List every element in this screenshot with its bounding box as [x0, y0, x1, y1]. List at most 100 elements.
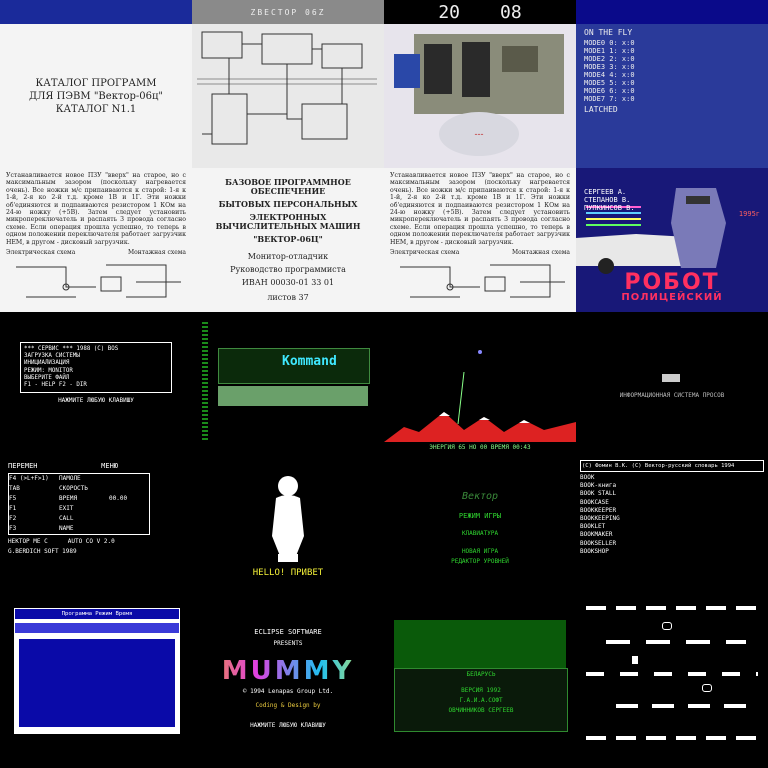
dict-line[interactable]: BOOKCASE [580, 499, 764, 507]
thumb-dictionary[interactable]: (С) Фомин В.К. (С) Вектор-русский словар… [576, 456, 768, 600]
listing-row: MODE0 0: x:0 [584, 39, 635, 47]
thumb-info-system[interactable]: ИНФОРМАЦИОННАЯ СИСТЕМА ПРОСОВ [576, 312, 768, 456]
menu-val: CALL [59, 515, 74, 522]
doc-line2: БЫТОВЫХ ПЕРСОНАЛЬНЫХ [218, 199, 358, 209]
thumb-manual-page-2[interactable]: Устанавливается новое ПЗУ "вверх" на ста… [384, 168, 576, 312]
menu-row[interactable]: F4 (>L+F>1) ПАМОЛЕ [9, 474, 149, 484]
svg-text:---: --- [475, 129, 484, 139]
menu-val: ПАМОЛЕ [59, 475, 81, 482]
thumb-green-menu[interactable]: Вектор РЕЖИМ ИГРЫ КЛАВИАТУРА НОВАЯ ИГРА … [384, 456, 576, 600]
menu-key: F4 (>L+F>1) [9, 475, 49, 482]
thumb-catalog[interactable]: КАТАЛОГ ПРОГРАММ ДЛЯ ПЭВМ "Вектор-06ц" К… [0, 24, 192, 168]
boot-line: РЕЖИМ: MONITOR [24, 367, 73, 374]
menu-footer-1: НЕКТОР МЕ С [8, 538, 48, 545]
thumb-top-2[interactable]: ZBECTOP 06Z [192, 0, 384, 24]
boot-line: *** СЕРВИС *** 1988 (С) BOS [24, 346, 119, 352]
menu-footer-2: AUTO CO V 2.0 [67, 538, 115, 545]
green-item-4[interactable]: РЕДАКТОР УРОВНЕЙ [451, 558, 509, 566]
listing-row: MODE2 2: x:0 [584, 55, 635, 63]
thumb-top-3[interactable]: 20 08 [384, 0, 576, 24]
thumb-top-right[interactable] [576, 0, 768, 24]
thumb-top-left[interactable] [0, 0, 192, 24]
thumb-platformer[interactable] [576, 600, 768, 768]
doc-line4: "ВЕКТОР-06Ц" [253, 234, 323, 244]
dict-line[interactable]: BOOKSELLER [580, 540, 764, 548]
thumb-doc-title[interactable]: БАЗОВОЕ ПРОГРАММНОЕ ОБЕСПЕЧЕНИЕ БЫТОВЫХ … [192, 168, 384, 312]
robot-year: 1995г [738, 210, 760, 218]
menu-row[interactable]: F2 CALL [9, 514, 149, 524]
menu-row[interactable]: TAB СКОРОСТЬ [9, 484, 149, 494]
info-logo [662, 374, 680, 382]
platform-row-1 [586, 606, 758, 610]
thumb-var-menu[interactable]: ПЕРЕМЕН МЕНЮ F4 (>L+F>1) ПАМОЛЕ TAB СКОРОС… [0, 456, 192, 600]
boot-prompt: НАЖМИТЕ ЛЮБУЮ КЛАВИШУ [58, 397, 134, 405]
menu-val: EXIT [59, 505, 74, 512]
doc-line6: Руководство программиста [230, 265, 346, 274]
dict-line[interactable]: BOOKLET [580, 523, 764, 531]
dict-line[interactable]: BOOK [580, 474, 764, 482]
board-photo: --- [394, 34, 564, 156]
menu-row[interactable]: F1 EXIT [9, 504, 149, 514]
menu-footer: НЕКТОР МЕ С AUTO CO V 2.0 [8, 538, 184, 546]
doc-line7: ИВАН 00030-01 33 01 [241, 278, 335, 287]
catalog-line1: КАТАЛОГ ПРОГРАММ [35, 77, 157, 89]
boot-line: ИНИЦИАЛИЗАЦИЯ [24, 360, 70, 367]
green-item-3[interactable]: НОВАЯ ИГРА [462, 548, 498, 556]
mummy-credit: Coding & Design by [255, 702, 321, 709]
belarus-line-1: БЕЛАРУСЬ [466, 671, 496, 678]
green-item-1[interactable]: РЕЖИМ ИГРЫ [459, 512, 501, 520]
belarus-scene [394, 620, 566, 668]
boot-box: *** СЕРВИС *** 1988 (С) BOS ЗАГРУЗКА СИС… [20, 342, 172, 394]
belarus-panel: БЕЛАРУСЬ ВЕРСИЯ 1992 Г.А.И.А.СОФТ ОВЧИНН… [394, 668, 568, 732]
thumb-mountain-game[interactable]: ЭНЕРГИЯ 65 НО 00 ВРЕМЯ 00:43 [384, 312, 576, 456]
robot-credits: СЕРГЕЕВ А. СТЕПАНОВ В. ПУПКИНСОВ В. [584, 188, 635, 212]
listing-row: MODE7 7: x:0 [584, 95, 635, 103]
thumb-boot-screen[interactable]: *** СЕРВИС *** 1988 (С) BOS ЗАГРУЗКА СИС… [0, 312, 192, 456]
menu-val: ВРЕМЯ [59, 495, 78, 502]
kommand-title: Kommand [282, 354, 337, 369]
catalog-line2: ДЛЯ ПЭВМ "Вектор-06ц" [28, 90, 164, 102]
mummy-prompt: НАЖМИТЕ ЛЮБУЮ КЛАВИШУ [250, 722, 326, 729]
dict-line[interactable]: BOOK-книга [580, 482, 764, 490]
filemgr-title: Программа Режим Время [15, 609, 179, 619]
thumb-manual-page[interactable]: Устанавливается новое ПЗУ "вверх" на ста… [0, 168, 192, 312]
caption-left: Электрическая схема [6, 249, 76, 257]
dict-line[interactable]: BOOKMAKER [580, 531, 764, 539]
thumb-schematic[interactable] [192, 24, 384, 168]
thumb-mummy[interactable]: ECLIPSE SOFTWARE PRESENTS MUMMY © 1994 L… [192, 600, 384, 768]
dict-head: (С) Фомин В.К. (С) Вектор-русский словар… [580, 460, 764, 472]
caption-right: Монтажная схема [128, 249, 186, 257]
caption-left: Электрическая схема [390, 249, 460, 257]
menu-row[interactable]: F3 NAME [9, 524, 149, 534]
menu-num: 00.00 [109, 495, 128, 502]
manual-circuit [16, 264, 181, 298]
boot-line: F1 - HELP F2 - DIR [24, 382, 87, 389]
thumb-file-manager[interactable]: Программа Режим Время [0, 600, 192, 768]
dict-line[interactable]: BOOK STALL [580, 490, 764, 498]
boot-line: ВЫБЕРИТЕ ФАЙЛ [24, 374, 70, 381]
thumb-kommand[interactable]: Kommand [192, 312, 384, 456]
info-line: ИНФОРМАЦИОННАЯ СИСТЕМА ПРОСОВ [619, 392, 725, 399]
kommand-side-strip [202, 322, 208, 442]
thumb-belarus[interactable]: БЕЛАРУСЬ ВЕРСИЯ 1992 Г.А.И.А.СОФТ ОВЧИНН… [384, 600, 576, 768]
dict-line[interactable]: BOOKKEEPING [580, 515, 764, 523]
dict-line[interactable]: BOOKSHOP [580, 548, 764, 556]
menu-header: ПЕРЕМЕН МЕНЮ [8, 462, 118, 470]
mountain-hud: ЭНЕРГИЯ 65 НО 00 ВРЕМЯ 00:43 [429, 444, 531, 451]
menu-row[interactable]: F5 ВРЕМЯ 00.00 [9, 494, 149, 504]
doc-line5: Монитор-отладчик [247, 252, 329, 261]
menu-key: F2 [9, 515, 17, 522]
filemgr-list[interactable] [19, 639, 175, 727]
platform-row-3 [586, 672, 758, 676]
mummy-presents: PRESENTS [273, 640, 303, 647]
thumb-robot-policeman[interactable]: СЕРГЕЕВ А. СТЕПАНОВ В. ПУПКИНСОВ В. РОБО… [576, 168, 768, 312]
screenshot-collage: ZBECTOP 06Z 20 08 КАТАЛОГ ПРОГРАММ ДЛЯ П… [0, 0, 768, 768]
dict-line[interactable]: BOOKKEEPER [580, 507, 764, 515]
enemy-icon [662, 622, 672, 630]
thumb-photo-board[interactable]: --- [384, 24, 576, 168]
filemgr-toolbar[interactable] [15, 623, 179, 633]
thumb-mode-listing[interactable]: ON THE FLY MODE0 0: x:0 MODE1 1: x:0 MOD… [576, 24, 768, 168]
green-item-2[interactable]: КЛАВИАТУРА [462, 530, 498, 538]
thumb-hello[interactable]: HELLO! ПРИВЕТ [192, 456, 384, 600]
mountain-scene [384, 312, 576, 456]
